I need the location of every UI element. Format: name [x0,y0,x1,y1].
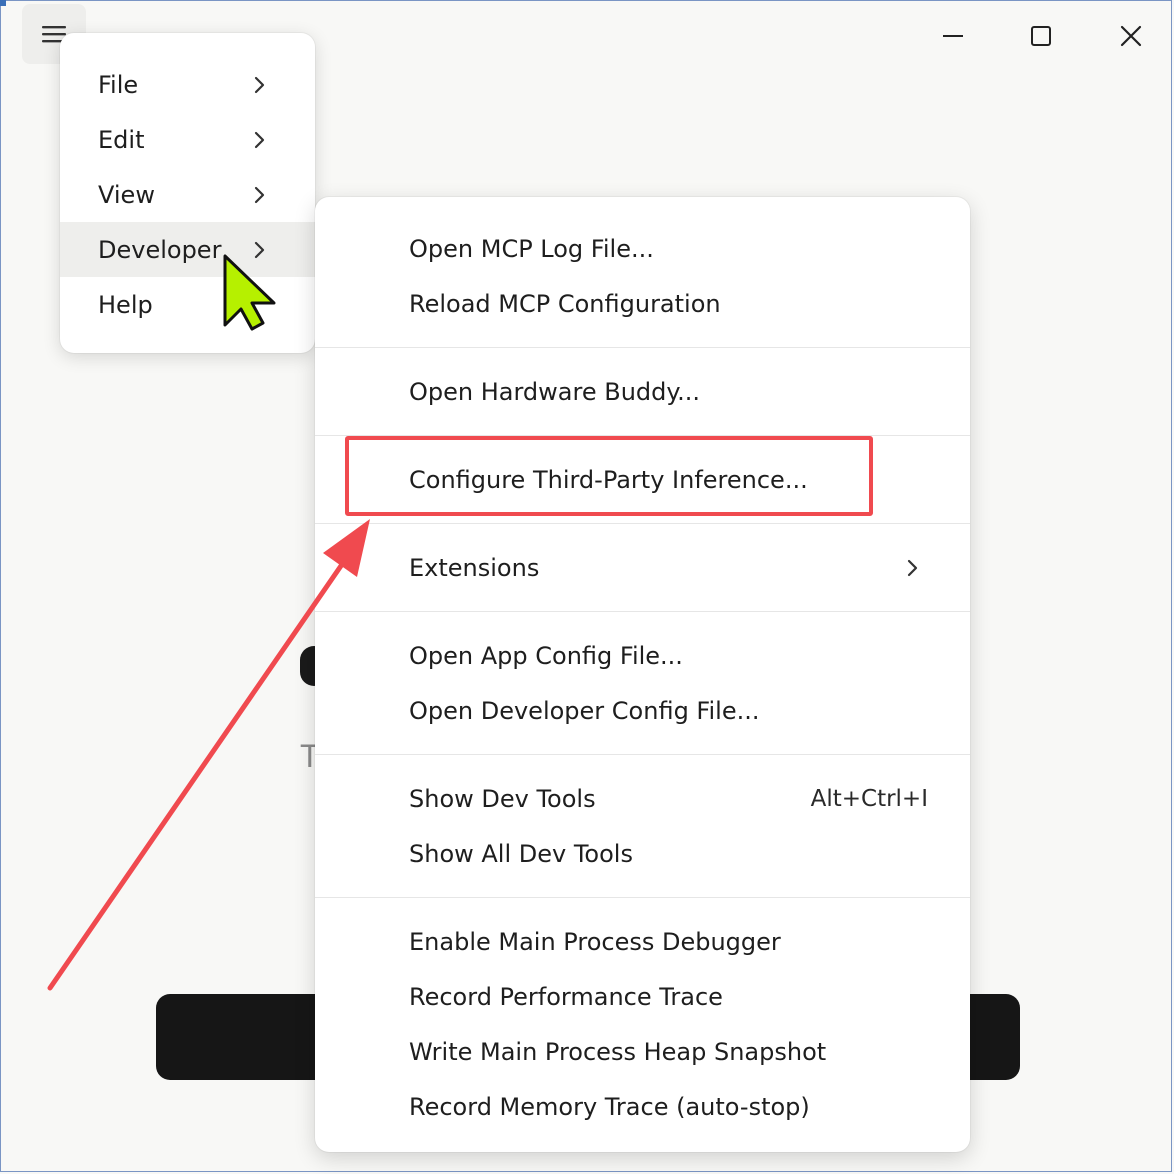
submenu-item-label: Enable Main Process Debugger [409,927,781,956]
submenu-item-enable-main-process-debugger[interactable]: Enable Main Process Debugger [315,914,970,969]
submenu-item-label: Open MCP Log File... [409,234,654,263]
submenu-item-write-main-process-heap-snapshot[interactable]: Write Main Process Heap Snapshot [315,1024,970,1079]
chevron-right-icon [254,241,265,258]
developer-submenu: Open MCP Log File... Reload MCP Configura… [315,197,970,1152]
minimize-button[interactable] [933,16,973,56]
submenu-item-show-dev-tools[interactable]: Show Dev Tools Alt+Ctrl+I [315,771,970,826]
submenu-item-label: Open Developer Config File... [409,696,760,725]
window-corner-accent [0,0,6,6]
menu-item-edit[interactable]: Edit [60,112,315,167]
submenu-item-extensions[interactable]: Extensions [315,540,970,595]
menu-separator [315,611,970,612]
submenu-item-record-performance-trace[interactable]: Record Performance Trace [315,969,970,1024]
submenu-item-label: Record Memory Trace (auto-stop) [409,1092,810,1121]
submenu-item-label: Show Dev Tools [409,784,596,813]
menu-item-file[interactable]: File [60,57,315,112]
submenu-item-label: Open App Config File... [409,641,683,670]
submenu-item-open-app-config-file[interactable]: Open App Config File... [315,628,970,683]
menu-item-label: File [98,70,139,99]
submenu-item-show-all-dev-tools[interactable]: Show All Dev Tools [315,826,970,881]
menu-separator [315,897,970,898]
submenu-item-open-mcp-log-file[interactable]: Open MCP Log File... [315,221,970,276]
main-menu: File Edit View Developer Help [60,33,315,353]
menu-item-label: Developer [98,235,222,264]
submenu-item-reload-mcp-configuration[interactable]: Reload MCP Configuration [315,276,970,331]
maximize-button[interactable] [1021,16,1061,56]
minimize-icon [943,35,963,37]
menu-item-label: Edit [98,125,145,154]
highlight-box-annotation [345,436,873,516]
chevron-right-icon [254,76,265,93]
submenu-item-label: Show All Dev Tools [409,839,633,868]
menu-item-label: View [98,180,155,209]
submenu-item-record-memory-trace-auto-stop[interactable]: Record Memory Trace (auto-stop) [315,1079,970,1134]
chevron-right-icon [254,131,265,148]
menu-item-view[interactable]: View [60,167,315,222]
keyboard-shortcut: Alt+Ctrl+I [810,785,928,812]
menu-separator [315,523,970,524]
chevron-right-icon [254,186,265,203]
menu-separator [315,347,970,348]
submenu-item-label: Reload MCP Configuration [409,289,721,318]
menu-separator [315,754,970,755]
menu-item-developer[interactable]: Developer [60,222,315,277]
chevron-right-icon [907,559,918,576]
close-button[interactable] [1111,16,1151,56]
maximize-icon [1031,26,1051,46]
submenu-item-open-hardware-buddy[interactable]: Open Hardware Buddy... [315,364,970,419]
close-icon [1120,25,1142,47]
submenu-item-label: Write Main Process Heap Snapshot [409,1037,827,1066]
submenu-item-open-developer-config-file[interactable]: Open Developer Config File... [315,683,970,738]
menu-item-help[interactable]: Help [60,277,315,332]
submenu-item-label: Record Performance Trace [409,982,723,1011]
menu-item-label: Help [98,290,153,319]
submenu-item-label: Extensions [409,553,540,582]
submenu-item-label: Open Hardware Buddy... [409,377,701,406]
